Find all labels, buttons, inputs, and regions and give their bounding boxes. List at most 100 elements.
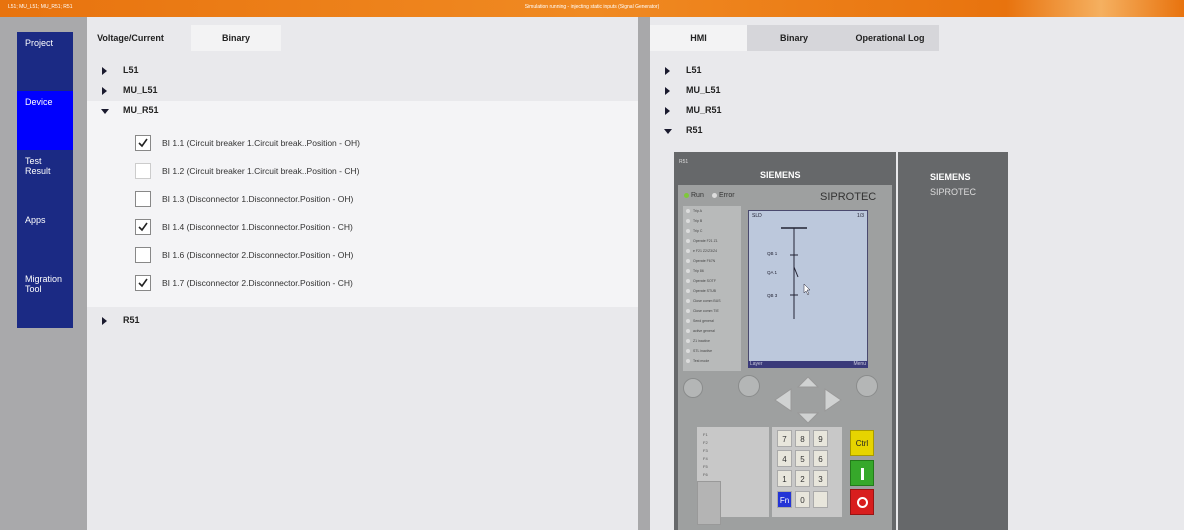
title-bar: L51; MU_L51; MU_R51; R51 Simulation runn… bbox=[0, 0, 1184, 17]
led-icon bbox=[686, 279, 690, 283]
fn-key[interactable]: Fn bbox=[777, 491, 792, 508]
key-0[interactable]: 0 bbox=[795, 491, 810, 508]
checkbox-bi-1-2[interactable] bbox=[135, 163, 151, 179]
key-6[interactable]: 6 bbox=[813, 450, 828, 467]
checkbox-bi-1-4[interactable] bbox=[135, 219, 151, 235]
tree-row-l51[interactable]: L51 bbox=[87, 61, 638, 81]
led-label: Operate F21 Z1 bbox=[693, 239, 718, 243]
checkbox-bi-1-7[interactable] bbox=[135, 275, 151, 291]
qb1-label: QB 1 bbox=[767, 251, 778, 256]
check-icon bbox=[138, 222, 148, 232]
led-label: Trip B bbox=[693, 219, 703, 223]
left-tabs: Voltage/Current Binary bbox=[87, 17, 638, 51]
tree-row-mu-l51[interactable]: MU_L51 bbox=[650, 81, 1184, 101]
led-icon bbox=[686, 259, 690, 263]
left-tree: L51 MU_L51 MU_R51 BI 1.1 (Circuit breake… bbox=[87, 53, 638, 530]
softkey-right-button[interactable] bbox=[856, 375, 878, 397]
led-label: Test mode bbox=[693, 359, 710, 363]
key-3[interactable]: 3 bbox=[813, 470, 828, 487]
tab-binary[interactable]: Binary bbox=[747, 25, 841, 51]
led-icon bbox=[686, 359, 690, 363]
led-label: STL inactive bbox=[693, 349, 713, 353]
device-name: R51 bbox=[679, 159, 689, 165]
key-4[interactable]: 4 bbox=[777, 450, 792, 467]
product-name-2: SIPROTEC bbox=[930, 187, 977, 197]
checkbox-label: BI 1.6 (Disconnector 2.Disconnector.Posi… bbox=[162, 250, 354, 260]
key-9[interactable]: 9 bbox=[813, 430, 828, 447]
sidebar-item-migration-tool[interactable]: Migration Tool bbox=[17, 268, 73, 328]
check-icon bbox=[138, 138, 148, 148]
reset-button[interactable] bbox=[683, 378, 703, 398]
led-panel: Trip A Trip B Trip C Operate F21 Z1 e F2… bbox=[683, 206, 741, 371]
expand-icon bbox=[665, 87, 670, 95]
status-text: Simulation running - injecting static in… bbox=[524, 4, 660, 10]
nav-pad[interactable] bbox=[773, 375, 843, 425]
softkey-bar: Layer Menu bbox=[748, 361, 868, 368]
tab-binary[interactable]: Binary bbox=[191, 25, 281, 51]
expand-icon bbox=[102, 317, 107, 325]
on-icon bbox=[861, 468, 864, 480]
key-blank[interactable] bbox=[813, 491, 828, 508]
led-icon bbox=[686, 239, 690, 243]
expand-icon bbox=[665, 107, 670, 115]
key-1[interactable]: 1 bbox=[777, 470, 792, 487]
product-name: SIPROTEC bbox=[820, 191, 877, 203]
usb-port bbox=[697, 481, 721, 525]
tree-row-mu-r51[interactable]: MU_R51 bbox=[650, 101, 1184, 121]
close-key[interactable] bbox=[850, 460, 874, 486]
softkey-right[interactable]: Menu bbox=[853, 361, 866, 367]
checkbox-bi-1-3[interactable] bbox=[135, 191, 151, 207]
tree-row-r51[interactable]: R51 bbox=[650, 121, 1184, 141]
tree-row-l51[interactable]: L51 bbox=[650, 61, 1184, 81]
led-icon bbox=[686, 269, 690, 273]
key-8[interactable]: 8 bbox=[795, 430, 810, 447]
tab-operational-log[interactable]: Operational Log bbox=[841, 25, 939, 51]
led-icon bbox=[686, 309, 690, 313]
error-label: Error bbox=[719, 192, 735, 199]
softkey-left-button[interactable] bbox=[738, 375, 760, 397]
tree-row-mu-l51[interactable]: MU_L51 bbox=[87, 81, 638, 101]
brand-logo: SIEMENS bbox=[760, 170, 801, 180]
led-label: active general bbox=[693, 329, 715, 333]
checkbox-label: BI 1.4 (Disconnector 1.Disconnector.Posi… bbox=[162, 222, 353, 232]
sidebar-item-device[interactable]: Device bbox=[17, 91, 73, 151]
checkbox-label: BI 1.1 (Circuit breaker 1.Circuit break.… bbox=[162, 138, 360, 148]
softkey-left[interactable]: Layer bbox=[750, 361, 763, 367]
right-tabs: HMI Binary Operational Log bbox=[650, 17, 1184, 51]
led-label: Trip C bbox=[693, 229, 703, 233]
led-icon bbox=[686, 219, 690, 223]
led-icon bbox=[686, 349, 690, 353]
led-label: Z1 inactive bbox=[693, 339, 710, 343]
key-5[interactable]: 5 bbox=[795, 450, 810, 467]
sidebar-item-test-result[interactable]: Test Result bbox=[17, 150, 73, 210]
hmi-display: SLD 1/3 QB 1 QA 1 QB 3 bbox=[748, 210, 868, 368]
binary-input-list: BI 1.1 (Circuit breaker 1.Circuit break.… bbox=[87, 121, 638, 307]
tab-hmi[interactable]: HMI bbox=[650, 25, 747, 51]
check-icon bbox=[138, 278, 148, 288]
led-icon bbox=[686, 329, 690, 333]
led-icon bbox=[686, 339, 690, 343]
checkbox-bi-1-6[interactable] bbox=[135, 247, 151, 263]
tree-row-r51[interactable]: R51 bbox=[87, 311, 638, 331]
qa1-label: QA 1 bbox=[767, 270, 778, 275]
led-label: Close comm BUS bbox=[693, 299, 721, 303]
ctrl-key[interactable]: Ctrl bbox=[850, 430, 874, 456]
expand-icon bbox=[665, 67, 670, 75]
sidebar-item-project[interactable]: Project bbox=[17, 32, 73, 92]
collapse-icon bbox=[101, 109, 109, 114]
tree-row-mu-r51[interactable]: MU_R51 bbox=[87, 101, 638, 121]
device-frame-2 bbox=[898, 152, 1008, 530]
sidebar-item-apps[interactable]: Apps bbox=[17, 209, 73, 269]
key-7[interactable]: 7 bbox=[777, 430, 792, 447]
key-2[interactable]: 2 bbox=[795, 470, 810, 487]
expand-icon bbox=[102, 87, 107, 95]
checkbox-bi-1-1[interactable] bbox=[135, 135, 151, 151]
tab-voltage-current[interactable]: Voltage/Current bbox=[87, 25, 174, 51]
led-label: e F21 Z2/Z3/Z4 bbox=[693, 249, 718, 253]
led-label: Operate STUB bbox=[693, 289, 716, 293]
open-key[interactable] bbox=[850, 489, 874, 515]
led-label: Operate SOTF bbox=[693, 279, 716, 283]
sidebar: Project Device Test Result Apps Migratio… bbox=[0, 17, 80, 530]
led-icon bbox=[686, 229, 690, 233]
single-line-diagram bbox=[781, 227, 811, 319]
